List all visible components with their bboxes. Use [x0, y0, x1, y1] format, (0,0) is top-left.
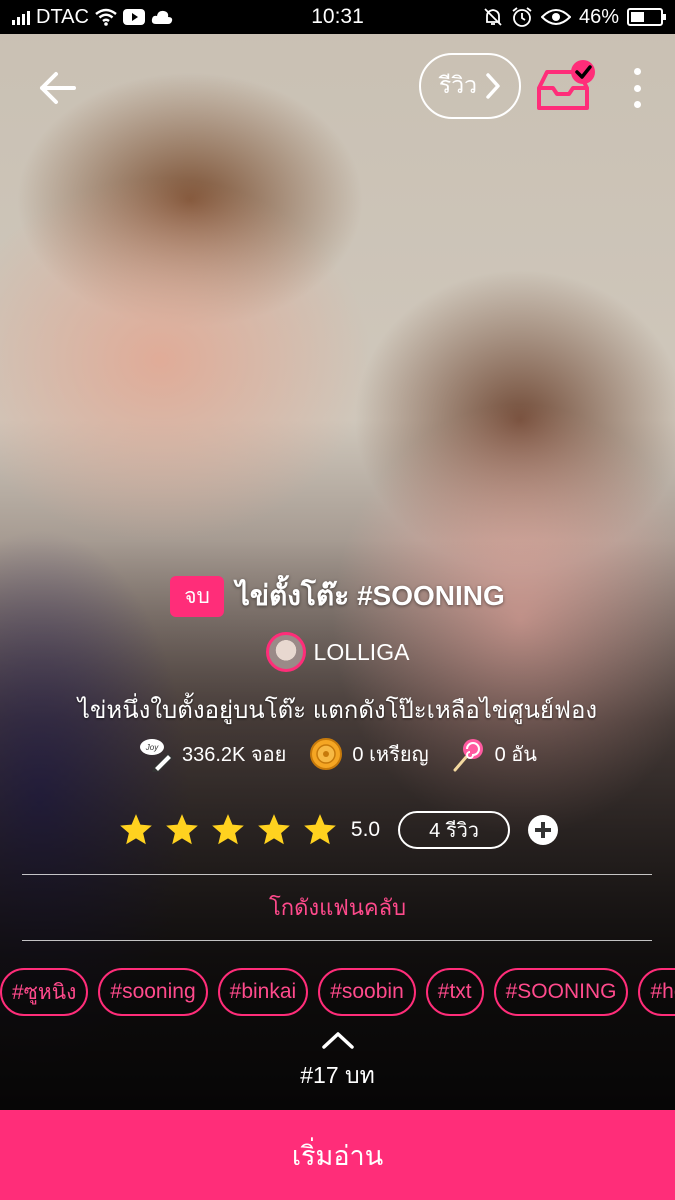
- battery-percent: 46%: [578, 5, 619, 28]
- tag-chip[interactable]: #txt: [425, 968, 484, 1016]
- chevron-up-icon: [321, 1032, 354, 1049]
- status-badge: จบ: [170, 575, 224, 617]
- rating-score: 5.0: [350, 818, 381, 841]
- battery-icon: [627, 8, 666, 26]
- review-button[interactable]: รีวิว: [419, 53, 521, 119]
- tag-chip[interactable]: #soobin: [318, 968, 416, 1016]
- mute-icon: [484, 8, 502, 26]
- star-icon: [120, 814, 152, 845]
- wifi-icon: [95, 8, 117, 26]
- carrier-label: DTAC: [36, 5, 89, 28]
- tag-chip[interactable]: #SOONING: [493, 968, 629, 1016]
- joy-count: 336.2K จอย: [182, 744, 287, 766]
- chapters-toggle[interactable]: #17 บท: [0, 1030, 675, 1094]
- author-avatar: [265, 632, 306, 672]
- star-icon: [304, 814, 336, 845]
- rating-row: 5.0 4 รีวิว: [0, 808, 675, 852]
- story-description: ไข่หนึ่งใบตั้งอยู่บนโต๊ะ แตกดังโป๊ะเหลือ…: [77, 697, 598, 724]
- tag-chip[interactable]: #ซูหนิง: [0, 968, 89, 1016]
- tag-chip[interactable]: #binkai: [217, 968, 309, 1016]
- lollipop-icon: [453, 739, 483, 772]
- star-icon: [258, 814, 290, 845]
- author-name: LOLLIGA: [313, 638, 410, 665]
- tag-chip[interactable]: #sooning: [98, 968, 208, 1016]
- eye-icon: [540, 9, 571, 25]
- library-check-icon[interactable]: [535, 58, 601, 114]
- joy-pen-icon: Joy: [140, 739, 174, 772]
- joy-stat: Joy 336.2K จอย: [138, 736, 286, 772]
- svg-text:Joy: Joy: [145, 743, 159, 752]
- stats-row: Joy 336.2K จอย 0 เหรียญ 0 อัน: [0, 734, 675, 774]
- alarm-icon: [512, 7, 532, 27]
- add-review-button[interactable]: [528, 815, 559, 845]
- tag-chip[interactable]: #ho: [638, 968, 675, 1016]
- chapter-count: #17 บท: [300, 1062, 375, 1088]
- more-options-button[interactable]: [620, 66, 654, 110]
- story-detail-screen: DTAC 10:31 46% รีวิว จบ ไข่ตั้งโต๊ะ #SOO…: [0, 0, 675, 1200]
- story-title: ไข่ตั้งโต๊ะ #SOONING: [235, 580, 505, 611]
- chevron-right-icon: [486, 73, 500, 99]
- star-icon: [212, 814, 244, 845]
- fanclub-link[interactable]: โกดังแฟนคลับ: [0, 890, 675, 925]
- candy-stat: 0 อัน: [451, 736, 537, 772]
- clock: 10:31: [311, 5, 364, 28]
- star-icon: [166, 814, 198, 845]
- author-link[interactable]: LOLLIGA: [0, 630, 675, 674]
- candy-count: 0 อัน: [494, 744, 537, 766]
- coin-stat: 0 เหรียญ: [308, 736, 429, 772]
- title-row: จบ ไข่ตั้งโต๊ะ #SOONING: [0, 574, 675, 618]
- divider: [22, 940, 652, 941]
- status-bar: DTAC 10:31 46%: [0, 0, 675, 34]
- start-reading-button[interactable]: เริ่มอ่าน: [0, 1110, 675, 1200]
- signal-icon: [12, 9, 30, 25]
- divider: [22, 874, 652, 875]
- reviews-button[interactable]: 4 รีวิว: [398, 811, 511, 849]
- coin-count: 0 เหรียญ: [352, 744, 429, 766]
- tags-row: #ซูหนิง #sooning #binkai #soobin #txt #S…: [0, 968, 675, 1016]
- cloud-icon: [151, 10, 173, 24]
- review-button-label: รีวิว: [438, 72, 478, 98]
- youtube-icon: [122, 9, 145, 25]
- coin-icon: [310, 738, 343, 770]
- back-arrow-icon[interactable]: [36, 66, 80, 110]
